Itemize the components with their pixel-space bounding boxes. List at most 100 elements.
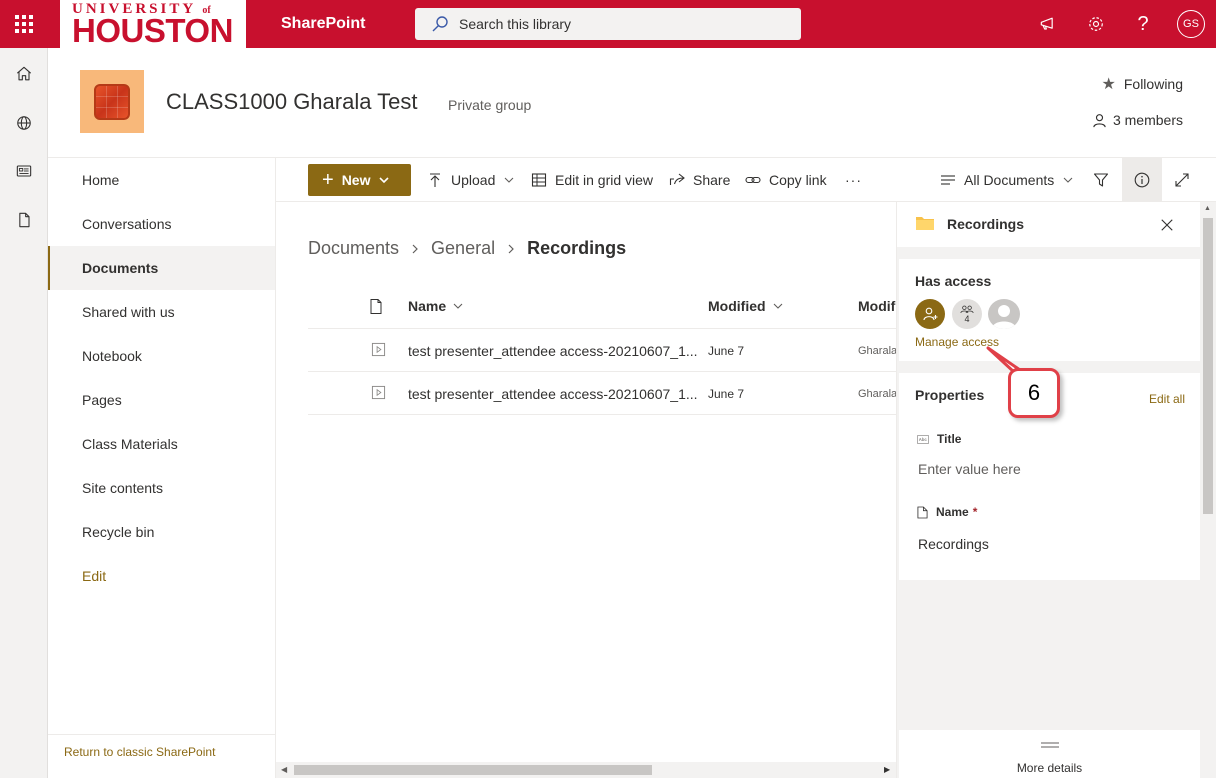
file-name-link[interactable]: test presenter_attendee access-20210607_… bbox=[408, 386, 698, 402]
logo-houston-text: HOUSTON bbox=[72, 12, 233, 49]
share-label: Share bbox=[693, 171, 731, 188]
edit-all-link[interactable]: Edit all bbox=[1149, 392, 1185, 406]
vertical-scrollbar[interactable]: ▲ bbox=[1200, 202, 1216, 778]
file-name-link[interactable]: test presenter_attendee access-20210607_… bbox=[408, 343, 698, 359]
user-avatar[interactable]: GS bbox=[1177, 10, 1205, 38]
horizontal-scroll-thumb[interactable] bbox=[294, 765, 652, 775]
close-icon[interactable] bbox=[1160, 218, 1174, 232]
copy-link-button[interactable]: Copy link bbox=[745, 158, 827, 201]
expand-icon bbox=[1175, 172, 1189, 187]
share-button[interactable]: Share bbox=[669, 158, 730, 201]
news-icon[interactable] bbox=[12, 159, 36, 183]
title-label-text: Title bbox=[937, 432, 962, 446]
name-property-value[interactable]: Recordings bbox=[918, 536, 989, 552]
members-button[interactable]: 3 members bbox=[1092, 112, 1183, 128]
info-pane-button[interactable] bbox=[1122, 158, 1162, 201]
nav-item-conversations[interactable]: Conversations bbox=[48, 202, 275, 246]
nav-item-documents[interactable]: Documents bbox=[48, 246, 275, 290]
app-bar bbox=[0, 48, 48, 778]
command-bar: + New Upload Edit in grid view Share Cop… bbox=[276, 157, 1216, 202]
view-label: All Documents bbox=[964, 171, 1055, 188]
more-details-button[interactable]: More details bbox=[899, 730, 1200, 778]
nav-item-class-materials[interactable]: Class Materials bbox=[48, 422, 275, 466]
gear-icon[interactable] bbox=[1084, 12, 1108, 36]
edit-grid-view-button[interactable]: Edit in grid view bbox=[531, 158, 653, 201]
university-logo[interactable]: UNIVERSITY of HOUSTON bbox=[60, 0, 246, 49]
help-icon[interactable]: ? bbox=[1131, 12, 1155, 36]
document-icon bbox=[917, 506, 928, 518]
file-icon[interactable] bbox=[12, 208, 36, 232]
vertical-scroll-thumb[interactable] bbox=[1203, 218, 1213, 514]
group-icon bbox=[960, 305, 974, 313]
new-button[interactable]: + New bbox=[308, 164, 411, 196]
site-logo-icon bbox=[94, 83, 130, 120]
scroll-up-arrow[interactable]: ▲ bbox=[1204, 205, 1211, 212]
video-file-icon bbox=[371, 385, 386, 403]
has-access-heading: Has access bbox=[915, 273, 992, 289]
upload-button[interactable]: Upload bbox=[427, 158, 515, 201]
breadcrumb-general[interactable]: General bbox=[431, 238, 495, 259]
search-icon bbox=[432, 16, 448, 32]
modified-by[interactable]: Gharala bbox=[858, 345, 896, 357]
home-icon[interactable] bbox=[12, 62, 36, 86]
modified-by-column-header[interactable]: Modif bbox=[858, 298, 896, 314]
svg-text:Abc: Abc bbox=[919, 437, 928, 442]
globe-icon[interactable] bbox=[12, 111, 36, 135]
modified-by[interactable]: Gharala bbox=[858, 388, 896, 400]
following-label: Following bbox=[1123, 76, 1183, 92]
site-title[interactable]: CLASS1000 Gharala Test bbox=[166, 89, 418, 115]
name-label-text: Name bbox=[936, 505, 969, 519]
filter-icon bbox=[1093, 172, 1109, 187]
new-button-label: New bbox=[341, 172, 371, 188]
members-label: 3 members bbox=[1112, 112, 1183, 128]
site-logo[interactable] bbox=[80, 70, 144, 133]
modified-column-header[interactable]: Modified bbox=[708, 298, 784, 314]
search-box[interactable] bbox=[415, 8, 801, 40]
file-type-column-header[interactable] bbox=[368, 298, 384, 315]
search-input[interactable] bbox=[459, 16, 779, 32]
nav-item-home[interactable]: Home bbox=[48, 158, 275, 202]
chevron-down-icon bbox=[773, 303, 782, 309]
modified-date: June 7 bbox=[708, 344, 745, 358]
nav-item-recycle-bin[interactable]: Recycle bin bbox=[48, 510, 275, 554]
scroll-right-arrow[interactable]: ▶ bbox=[884, 765, 890, 774]
group-members-avatar[interactable]: 4 bbox=[952, 299, 982, 329]
nav-item-shared-with-us[interactable]: Shared with us bbox=[48, 290, 275, 334]
app-name-link[interactable]: SharePoint bbox=[281, 15, 365, 33]
name-column-header[interactable]: Name bbox=[408, 298, 464, 314]
table-row[interactable]: test presenter_attendee access-20210607_… bbox=[308, 329, 896, 372]
folder-icon bbox=[916, 217, 934, 230]
table-row[interactable]: test presenter_attendee access-20210607_… bbox=[308, 372, 896, 415]
properties-heading: Properties bbox=[915, 387, 985, 403]
user-avatar-placeholder[interactable] bbox=[988, 299, 1020, 329]
more-actions-button[interactable]: ··· bbox=[845, 158, 862, 201]
copy-link-label: Copy link bbox=[769, 171, 827, 188]
upload-label: Upload bbox=[451, 171, 496, 188]
nav-edit-link[interactable]: Edit bbox=[48, 554, 275, 598]
filter-button[interactable] bbox=[1093, 158, 1109, 201]
nav-item-pages[interactable]: Pages bbox=[48, 378, 275, 422]
title-value-input[interactable] bbox=[918, 461, 1178, 477]
following-button[interactable]: ★ Following bbox=[1102, 74, 1183, 94]
owner-avatar[interactable] bbox=[915, 299, 945, 329]
name-column-label: Name bbox=[408, 298, 447, 314]
group-member-count: 4 bbox=[964, 313, 970, 324]
expand-button[interactable] bbox=[1174, 158, 1190, 201]
megaphone-icon[interactable] bbox=[1036, 12, 1060, 36]
breadcrumb-documents[interactable]: Documents bbox=[308, 238, 399, 259]
list-icon bbox=[941, 174, 955, 185]
chevron-right-icon bbox=[412, 244, 418, 253]
scroll-left-arrow[interactable]: ◀ bbox=[281, 765, 287, 774]
view-switcher[interactable]: All Documents bbox=[940, 158, 1074, 201]
nav-item-site-contents[interactable]: Site contents bbox=[48, 466, 275, 510]
return-classic-link[interactable]: Return to classic SharePoint bbox=[48, 734, 275, 778]
chevron-down-icon bbox=[453, 303, 463, 309]
nav-item-notebook[interactable]: Notebook bbox=[48, 334, 275, 378]
name-property-label: Name * bbox=[917, 505, 977, 519]
chevron-down-icon bbox=[504, 177, 514, 183]
app-launcher-button[interactable] bbox=[0, 0, 48, 48]
details-pane: Recordings Has access 4 Manage access Pr… bbox=[896, 202, 1216, 778]
horizontal-scrollbar[interactable]: ◀ ▶ bbox=[276, 762, 896, 778]
drag-handle-icon bbox=[1041, 742, 1059, 748]
chevron-down-icon bbox=[379, 177, 390, 184]
